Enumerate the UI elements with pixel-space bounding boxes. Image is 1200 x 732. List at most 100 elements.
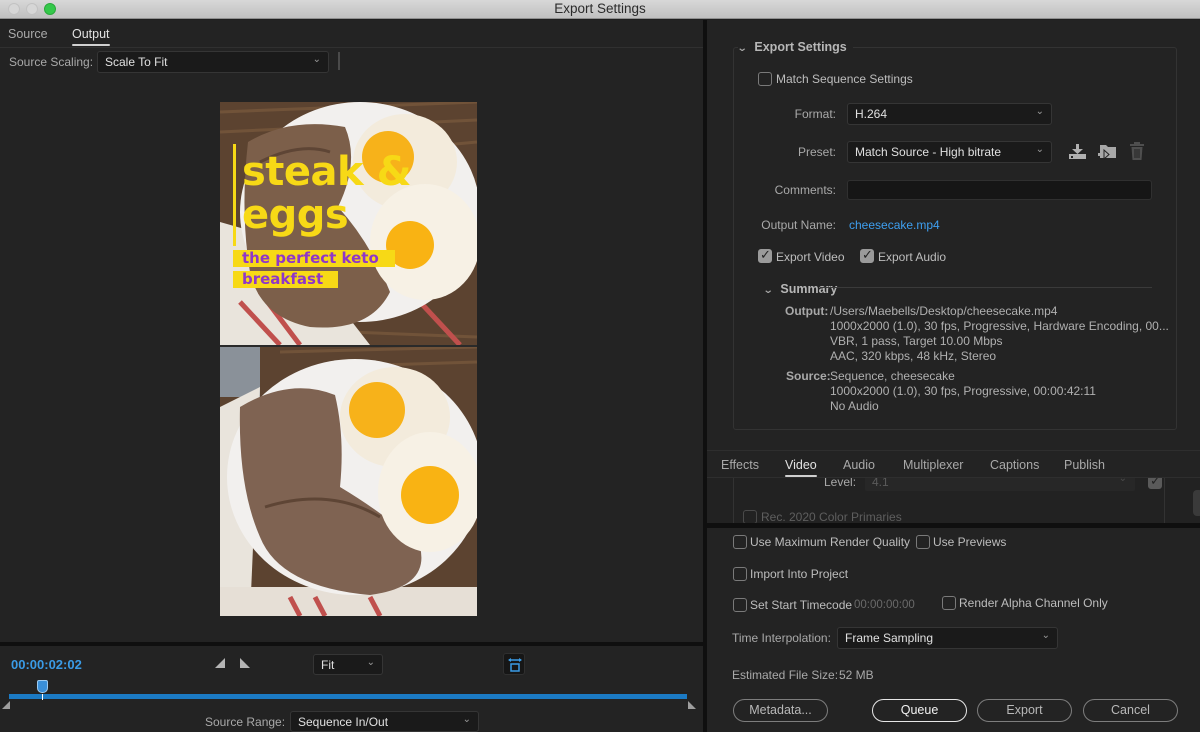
summary-output-key: Output:: [785, 304, 829, 318]
render-alpha-checkbox[interactable]: [942, 596, 956, 610]
import-into-project-label[interactable]: Import Into Project: [750, 567, 848, 581]
time-interpolation-dropdown[interactable]: Frame Sampling ⌄: [837, 627, 1058, 649]
set-start-timecode-checkbox[interactable]: [733, 598, 747, 612]
chevron-down-icon: ⌄: [312, 54, 321, 65]
import-into-project-checkbox[interactable]: [733, 567, 747, 581]
summary-output-line: 1000x2000 (1.0), 30 fps, Progressive, Ha…: [830, 319, 1169, 333]
preset-label: Preset:: [797, 145, 836, 159]
level-dropdown[interactable]: 4.1 ⌄: [865, 478, 1135, 491]
tab-multiplexer[interactable]: Multiplexer: [903, 458, 963, 472]
set-out-point-button[interactable]: [240, 658, 250, 668]
settings-tabs: Effects Video Audio Multiplexer Captions…: [707, 450, 1200, 478]
render-alpha-label[interactable]: Render Alpha Channel Only: [959, 596, 1108, 610]
level-value: 4.1: [872, 478, 889, 489]
chevron-down-icon: ⌄: [1118, 478, 1127, 484]
source-range-value: Sequence In/Out: [298, 715, 389, 729]
summary-output-values: /Users/Maebells/Desktop/cheesecake.mp4 1…: [830, 304, 1169, 364]
use-previews-checkbox[interactable]: [916, 535, 930, 549]
export-audio-checkbox[interactable]: [860, 247, 874, 263]
summary-source-values: Sequence, cheesecake 1000x2000 (1.0), 30…: [830, 369, 1096, 414]
chevron-down-icon: ⌄: [736, 43, 748, 54]
rec2020-checkbox[interactable]: [743, 510, 757, 523]
export-audio-label[interactable]: Export Audio: [878, 250, 946, 264]
time-interpolation-value: Frame Sampling: [845, 631, 934, 645]
preset-value: Match Source - High bitrate: [855, 145, 1002, 159]
output-name-link[interactable]: cheesecake.mp4: [849, 218, 940, 232]
chevron-down-icon: ⌄: [1035, 144, 1044, 155]
comments-input[interactable]: [847, 180, 1152, 200]
save-preset-button[interactable]: [1068, 143, 1088, 164]
cancel-button[interactable]: Cancel: [1083, 699, 1178, 722]
out-point-handle[interactable]: [688, 701, 696, 709]
set-in-point-button[interactable]: [215, 658, 225, 668]
window-title: Export Settings: [554, 1, 646, 16]
source-range-dropdown[interactable]: Sequence In/Out ⌄: [290, 711, 479, 732]
source-range-label: Source Range:: [205, 715, 286, 729]
window-titlebar: Export Settings: [0, 0, 1200, 19]
playhead-handle[interactable]: [36, 680, 48, 693]
chevron-down-icon: ⌄: [1041, 630, 1050, 641]
current-timecode[interactable]: 00:00:02:02: [11, 657, 82, 672]
use-previews-label[interactable]: Use Previews: [933, 535, 1006, 549]
summary-divider: [820, 287, 1152, 288]
preset-dropdown[interactable]: Match Source - High bitrate ⌄: [847, 141, 1052, 163]
set-start-timecode-label[interactable]: Set Start Timecode: [750, 598, 852, 612]
video-preview: steak & eggs the perfect keto breakfast: [220, 102, 477, 616]
save-preset-icon: [1069, 144, 1086, 159]
delete-preset-button[interactable]: [1129, 142, 1145, 164]
divider: [338, 52, 340, 70]
level-max-checkbox[interactable]: [1148, 478, 1162, 489]
tab-effects[interactable]: Effects: [721, 458, 759, 472]
tab-publish[interactable]: Publish: [1064, 458, 1105, 472]
match-sequence-label[interactable]: Match Sequence Settings: [776, 72, 913, 86]
summary-source-line: 1000x2000 (1.0), 30 fps, Progressive, 00…: [830, 384, 1096, 398]
tab-video[interactable]: Video: [785, 458, 817, 477]
summary-header[interactable]: ⌄ Summary: [762, 282, 844, 296]
tab-output[interactable]: Output: [72, 27, 110, 46]
import-preset-button[interactable]: [1098, 142, 1118, 165]
export-button[interactable]: Export: [977, 699, 1072, 722]
tab-captions[interactable]: Captions: [990, 458, 1039, 472]
zoom-level-dropdown[interactable]: Fit ⌄: [313, 654, 383, 675]
summary-output-line: AAC, 320 kbps, 48 kHz, Stereo: [830, 349, 997, 363]
summary-source-key: Source:: [786, 369, 831, 383]
preview-subtitle-1: the perfect keto: [242, 249, 379, 267]
summary-source-line: Sequence, cheesecake: [830, 369, 955, 383]
chevron-down-icon: ⌄: [762, 285, 774, 296]
rec2020-label[interactable]: Rec. 2020 Color Primaries: [761, 510, 902, 523]
tab-audio[interactable]: Audio: [843, 458, 875, 472]
estimated-file-size-label: Estimated File Size:: [732, 668, 839, 682]
preview-panel: Source Output Source Scaling: Scale To F…: [0, 20, 703, 732]
export-video-checkbox[interactable]: [758, 247, 772, 263]
source-scaling-dropdown[interactable]: Scale To Fit ⌄: [97, 51, 329, 73]
metadata-button[interactable]: Metadata...: [733, 699, 828, 722]
video-settings-scroll-area[interactable]: Level: 4.1 ⌄ Rec. 2020 Color Primaries: [707, 478, 1200, 523]
preview-frame-top: steak & eggs the perfect keto breakfast: [220, 102, 477, 345]
summary-output-line: /Users/Maebells/Desktop/cheesecake.mp4: [830, 304, 1058, 318]
max-render-quality-checkbox[interactable]: [733, 535, 747, 549]
queue-button[interactable]: Queue: [872, 699, 967, 722]
summary-source-line: No Audio: [830, 399, 879, 413]
level-label: Level:: [824, 478, 857, 489]
aspect-ratio-correction-button[interactable]: [503, 653, 525, 675]
chevron-down-icon: ⌄: [1035, 106, 1044, 117]
output-name-label: Output Name:: [761, 218, 836, 232]
tab-source[interactable]: Source: [8, 27, 48, 41]
match-sequence-checkbox[interactable]: [758, 72, 772, 86]
import-preset-icon: [1098, 145, 1116, 161]
source-scaling-label: Source Scaling:: [9, 55, 94, 69]
preview-frame-bottom: [220, 347, 477, 616]
comments-label: Comments:: [774, 183, 836, 197]
max-render-quality-label[interactable]: Use Maximum Render Quality: [750, 535, 910, 549]
trash-icon: [1130, 142, 1144, 160]
format-value: H.264: [855, 107, 888, 121]
in-point-handle[interactable]: [2, 701, 10, 709]
scrollbar-thumb[interactable]: [1193, 490, 1200, 516]
chevron-down-icon: ⌄: [462, 714, 471, 725]
export-video-label[interactable]: Export Video: [776, 250, 845, 264]
timeline-scrubber-track[interactable]: [9, 694, 687, 699]
export-settings-header[interactable]: ⌄ Export Settings: [736, 40, 853, 54]
start-timecode-value[interactable]: 00:00:00:00: [854, 599, 915, 611]
format-dropdown[interactable]: H.264 ⌄: [847, 103, 1052, 125]
zoom-level-value: Fit: [321, 658, 335, 672]
